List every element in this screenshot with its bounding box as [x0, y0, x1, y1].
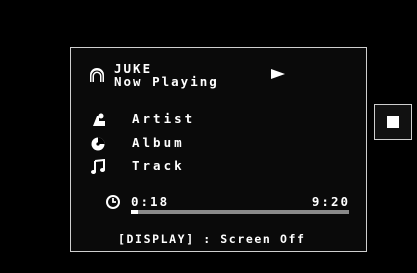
elapsed-time: 0:18: [131, 194, 170, 209]
juke-source-icon: [90, 68, 104, 82]
progress-fill: [131, 210, 138, 214]
album-icon: [91, 137, 105, 151]
album-label: Album: [132, 135, 185, 150]
artist-label: Artist: [132, 111, 196, 126]
display-hint: [DISPLAY] : Screen Off: [118, 232, 306, 246]
display-screen: JUKE Now Playing Artist Album Track 0:18…: [0, 0, 417, 273]
track-icon: [91, 159, 105, 174]
stop-icon: [387, 116, 399, 128]
track-label: Track: [132, 158, 185, 173]
play-icon: [271, 69, 285, 79]
stop-button[interactable]: [374, 104, 412, 140]
playback-status: Now Playing: [114, 74, 219, 89]
artist-icon: [93, 113, 105, 126]
clock-icon: [106, 195, 120, 209]
total-time: 9:20: [311, 194, 350, 209]
progress-bar: [131, 210, 349, 214]
